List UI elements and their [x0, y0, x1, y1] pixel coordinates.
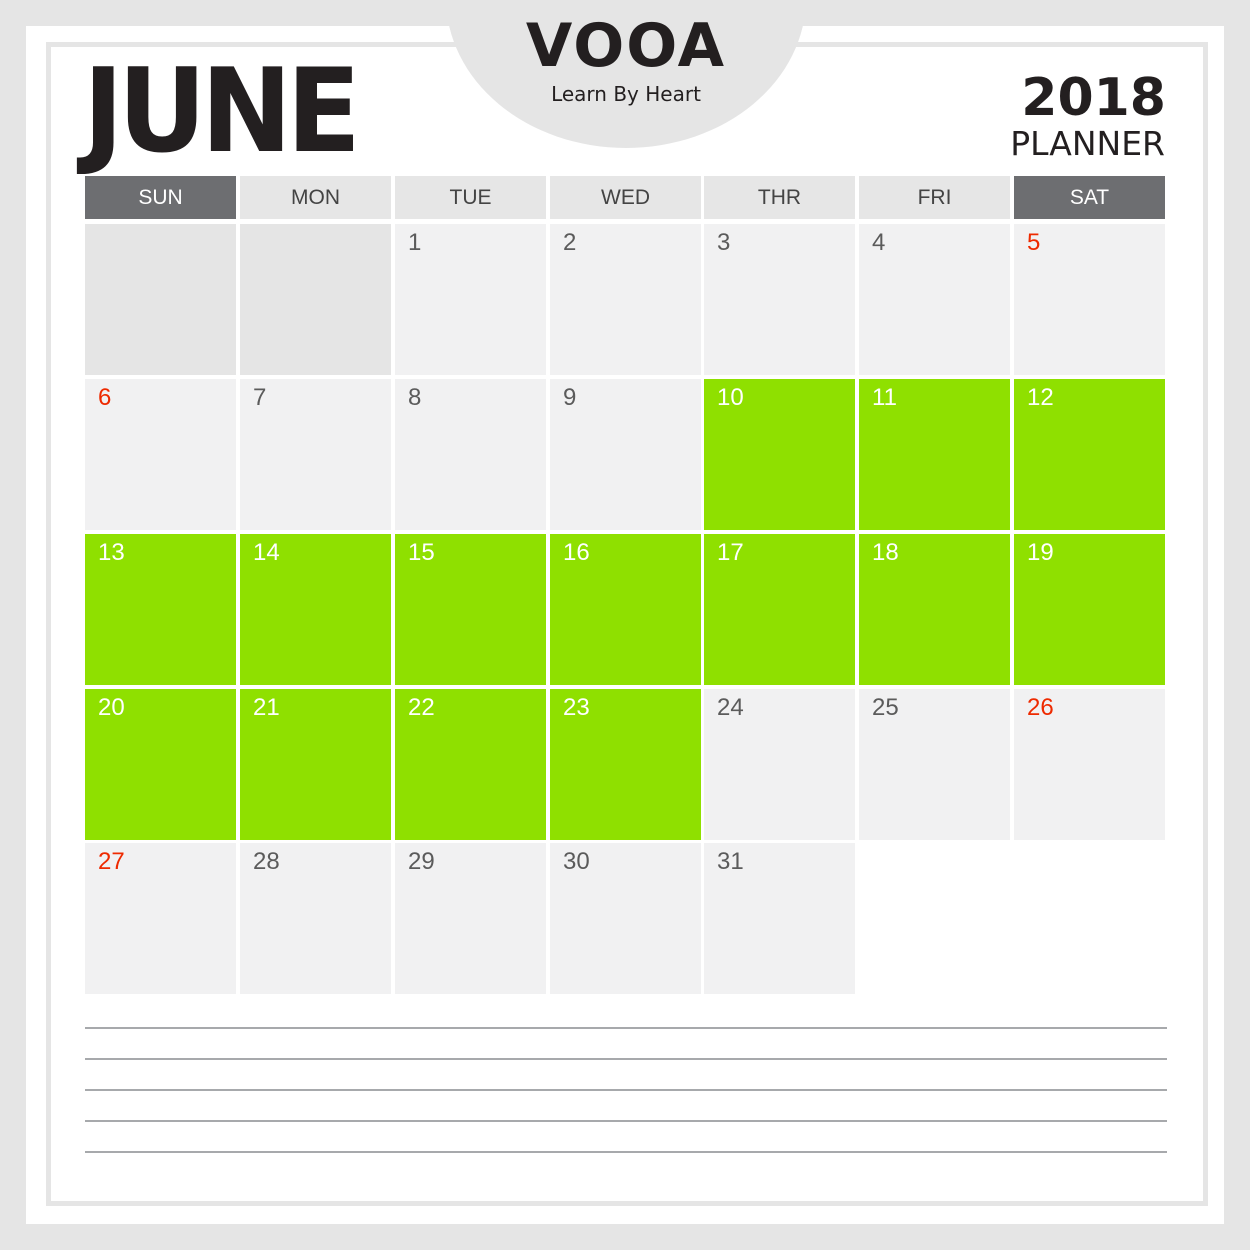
day-cell-8[interactable]: 8: [395, 379, 546, 530]
day-number: 28: [253, 848, 280, 875]
day-cell-15[interactable]: 15: [395, 534, 546, 685]
day-number: 30: [563, 848, 590, 875]
notes-line[interactable]: [85, 1089, 1167, 1091]
logo-tagline: Learn By Heart: [551, 82, 701, 106]
day-number: 15: [408, 539, 435, 566]
day-number: 19: [1027, 539, 1054, 566]
year-label: 2018: [1021, 68, 1166, 128]
day-cell-18[interactable]: 18: [859, 534, 1010, 685]
weekday-header-thr: THR: [704, 176, 855, 219]
weekday-header-fri: FRI: [859, 176, 1010, 219]
day-number: 4: [872, 229, 886, 256]
empty-day-cell: [240, 224, 391, 375]
logo-wordmark: VOOA: [525, 11, 727, 81]
day-number: 1: [408, 229, 422, 256]
day-cell-9[interactable]: 9: [550, 379, 701, 530]
day-cell-4[interactable]: 4: [859, 224, 1010, 375]
notes-line[interactable]: [85, 1120, 1167, 1122]
day-number: 16: [563, 539, 590, 566]
day-number: 2: [563, 229, 577, 256]
day-cell-13[interactable]: 13: [85, 534, 236, 685]
day-number: 21: [253, 694, 280, 721]
day-cell-31[interactable]: 31: [704, 843, 855, 994]
day-cell-14[interactable]: 14: [240, 534, 391, 685]
day-cell-29[interactable]: 29: [395, 843, 546, 994]
day-number: 22: [408, 694, 435, 721]
day-cell-23[interactable]: 23: [550, 689, 701, 840]
day-number: 9: [563, 384, 577, 411]
day-number: 31: [717, 848, 744, 875]
day-cell-27[interactable]: 27: [85, 843, 236, 994]
day-number: 29: [408, 848, 435, 875]
day-number: 6: [98, 384, 112, 411]
day-cell-10[interactable]: 10: [704, 379, 855, 530]
day-cell-5[interactable]: 5: [1014, 224, 1165, 375]
notes-line[interactable]: [85, 1027, 1167, 1029]
weekday-header-mon: MON: [240, 176, 391, 219]
day-cell-26[interactable]: 26: [1014, 689, 1165, 840]
day-cell-22[interactable]: 22: [395, 689, 546, 840]
weekday-header-sat: SAT: [1014, 176, 1165, 219]
day-number: 7: [253, 384, 267, 411]
day-number: 5: [1027, 229, 1041, 256]
day-number: 17: [717, 539, 744, 566]
day-number: 13: [98, 539, 125, 566]
day-number: 25: [872, 694, 899, 721]
day-number: 24: [717, 694, 744, 721]
notes-line[interactable]: [85, 1151, 1167, 1153]
day-number: 12: [1027, 384, 1054, 411]
day-cell-28[interactable]: 28: [240, 843, 391, 994]
day-cell-7[interactable]: 7: [240, 379, 391, 530]
day-number: 26: [1027, 694, 1054, 721]
day-number: 20: [98, 694, 125, 721]
day-cell-17[interactable]: 17: [704, 534, 855, 685]
day-cell-6[interactable]: 6: [85, 379, 236, 530]
day-number: 18: [872, 539, 899, 566]
day-cell-11[interactable]: 11: [859, 379, 1010, 530]
day-cell-3[interactable]: 3: [704, 224, 855, 375]
day-cell-2[interactable]: 2: [550, 224, 701, 375]
day-cell-21[interactable]: 21: [240, 689, 391, 840]
day-cell-12[interactable]: 12: [1014, 379, 1165, 530]
day-cell-20[interactable]: 20: [85, 689, 236, 840]
weekday-header-tue: TUE: [395, 176, 546, 219]
month-title: JUNE: [83, 44, 361, 179]
weekday-header-wed: WED: [550, 176, 701, 219]
day-cell-1[interactable]: 1: [395, 224, 546, 375]
weekday-header-sun: SUN: [85, 176, 236, 219]
day-number: 23: [563, 694, 590, 721]
day-cell-16[interactable]: 16: [550, 534, 701, 685]
day-cell-30[interactable]: 30: [550, 843, 701, 994]
day-number: 10: [717, 384, 744, 411]
empty-day-cell: [85, 224, 236, 375]
day-number: 11: [872, 384, 897, 411]
planner-label: PLANNER: [1010, 124, 1165, 163]
notes-line[interactable]: [85, 1058, 1167, 1060]
day-number: 14: [253, 539, 280, 566]
day-cell-25[interactable]: 25: [859, 689, 1010, 840]
day-cell-24[interactable]: 24: [704, 689, 855, 840]
day-number: 27: [98, 848, 125, 875]
day-cell-19[interactable]: 19: [1014, 534, 1165, 685]
day-number: 3: [717, 229, 731, 256]
day-number: 8: [408, 384, 422, 411]
